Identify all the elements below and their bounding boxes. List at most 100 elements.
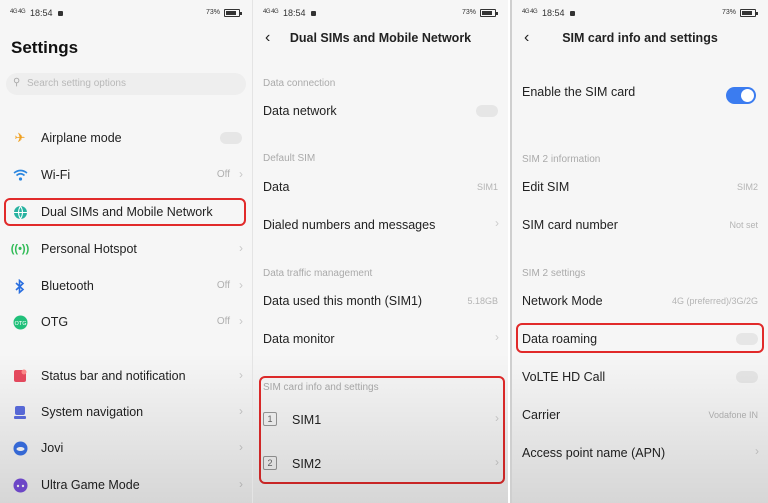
settings-item-label: System navigation — [41, 405, 144, 419]
settings-item-label: Ultra Game Mode — [41, 478, 140, 492]
settings-item-label: OTG — [41, 315, 69, 329]
settings-item-label: Personal Hotspot — [41, 242, 137, 256]
battery-percent: 73% — [461, 9, 476, 16]
search-input[interactable]: ⚲ Search setting options — [6, 73, 246, 95]
battery-icon — [480, 9, 498, 17]
status-bar: 4G 4G 18:54 73% — [512, 8, 768, 22]
carrier-value: Vodafone IN — [708, 410, 758, 420]
data-monitor-row[interactable]: Data monitor › — [253, 324, 508, 354]
notification-dot-icon — [311, 11, 316, 16]
chevron-right-icon: › — [495, 216, 499, 230]
search-placeholder: Search setting options — [27, 78, 126, 89]
clock: 18:54 — [542, 8, 565, 18]
carrier-row[interactable]: Carrier Vodafone IN — [512, 400, 768, 430]
chevron-right-icon: › — [239, 278, 243, 292]
sim-number-value: Not set — [729, 220, 758, 230]
data-sim-value: SIM1 — [476, 182, 498, 192]
section-sim2-information: SIM 2 information — [522, 154, 601, 165]
data-used-row[interactable]: Data used this month (SIM1) 5.18GB — [253, 286, 508, 316]
sim-card-info-screen: 4G 4G 18:54 73% ‹ SIM card info and sett… — [510, 0, 768, 503]
highlight-data-roaming — [516, 323, 764, 353]
otg-status: Off — [216, 316, 230, 327]
chevron-right-icon: › — [755, 444, 759, 458]
enable-sim-row[interactable]: Enable the SIM card — [512, 76, 768, 114]
settings-item-personal-hotspot[interactable]: ((•)) Personal Hotspot › — [0, 234, 252, 264]
chevron-right-icon: › — [495, 330, 499, 344]
signal-indicator: 4G 4G — [263, 9, 279, 15]
status-bar: 4G 4G 18:54 73% — [0, 8, 252, 22]
chevron-right-icon: › — [239, 368, 243, 382]
chevron-right-icon: › — [239, 241, 243, 255]
settings-item-jovi[interactable]: Jovi › — [0, 433, 252, 463]
enable-sim-toggle[interactable] — [726, 87, 756, 104]
navigation-icon — [12, 404, 28, 420]
settings-item-otg[interactable]: OTG OTG Off › — [0, 307, 252, 337]
apn-label: Access point name (APN) — [522, 446, 666, 460]
apn-row[interactable]: Access point name (APN) › — [512, 438, 768, 468]
chevron-right-icon: › — [239, 314, 243, 328]
dual-sims-screen: 4G 4G 18:54 73% ‹ Dual SIMs and Mobile N… — [252, 0, 508, 503]
clock: 18:54 — [283, 8, 306, 18]
airplane-mode-toggle[interactable] — [220, 132, 242, 144]
hotspot-icon: ((•)) — [10, 243, 30, 255]
settings-item-airplane-mode[interactable]: ✈ Airplane mode — [0, 123, 252, 153]
section-traffic-management: Data traffic management — [263, 268, 373, 279]
settings-item-wifi[interactable]: Wi-Fi Off › — [0, 160, 252, 190]
data-network-toggle[interactable] — [476, 105, 498, 117]
data-label: Data — [263, 180, 290, 194]
page-title: Dual SIMs and Mobile Network — [289, 31, 472, 45]
dialed-numbers-row[interactable]: Dialed numbers and messages › — [253, 210, 508, 240]
settings-item-ultra-game-mode[interactable]: Ultra Game Mode › — [0, 470, 252, 500]
signal-indicator: 4G 4G — [522, 9, 538, 15]
section-data-connection: Data connection — [263, 78, 336, 89]
network-mode-value: 4G (preferred)/3G/2G — [671, 296, 758, 306]
network-mode-label: Network Mode — [522, 294, 603, 308]
header: ‹ SIM card info and settings — [512, 29, 768, 49]
notification-dot-icon — [570, 11, 575, 16]
chevron-right-icon: › — [239, 167, 243, 181]
page-title: Settings — [11, 38, 79, 57]
notification-dot-icon — [58, 11, 63, 16]
svg-text:OTG: OTG — [14, 321, 26, 327]
section-default-sim: Default SIM — [263, 153, 316, 164]
sim-number-label: SIM card number — [522, 218, 618, 232]
settings-item-label: Bluetooth — [41, 279, 94, 293]
volte-label: VoLTE HD Call — [522, 370, 606, 384]
wifi-icon — [12, 167, 28, 183]
volte-toggle[interactable] — [736, 371, 758, 383]
search-icon: ⚲ — [13, 77, 21, 88]
network-mode-row[interactable]: Network Mode 4G (preferred)/3G/2G — [512, 286, 768, 316]
edit-sim-row[interactable]: Edit SIM SIM2 — [512, 172, 768, 202]
status-bar: 4G 4G 18:54 73% — [253, 8, 508, 22]
settings-item-label: Jovi — [41, 441, 64, 455]
highlight-dual-sims — [4, 198, 246, 226]
settings-item-bluetooth[interactable]: Bluetooth Off › — [0, 271, 252, 301]
settings-item-label: Status bar and notification — [41, 369, 186, 383]
airplane-icon: ✈ — [14, 130, 26, 145]
wifi-status: Off — [216, 169, 230, 180]
settings-item-system-navigation[interactable]: System navigation › — [0, 397, 252, 427]
game-icon — [12, 477, 28, 493]
page-title: SIM card info and settings — [562, 31, 718, 45]
otg-icon: OTG — [12, 314, 28, 330]
section-sim2-settings: SIM 2 settings — [522, 268, 586, 279]
volte-row[interactable]: VoLTE HD Call — [512, 362, 768, 392]
data-used-label: Data used this month (SIM1) — [263, 294, 423, 308]
jovi-icon — [12, 440, 28, 456]
battery-percent: 73% — [205, 9, 220, 16]
settings-item-label: Airplane mode — [41, 131, 122, 145]
data-network-label: Data network — [263, 104, 337, 118]
clock: 18:54 — [30, 8, 53, 18]
data-sim-row[interactable]: Data SIM1 — [253, 172, 508, 202]
sim-number-row[interactable]: SIM card number Not set — [512, 210, 768, 240]
data-used-value: 5.18GB — [467, 296, 498, 306]
data-network-row[interactable]: Data network — [253, 96, 508, 126]
chevron-right-icon: › — [239, 477, 243, 491]
bluetooth-status: Off — [216, 280, 230, 291]
settings-screen: 4G 4G 18:54 73% Settings ⚲ Search settin… — [0, 0, 252, 503]
signal-indicator: 4G 4G — [10, 9, 26, 15]
settings-item-label: Wi-Fi — [41, 168, 71, 182]
data-monitor-label: Data monitor — [263, 332, 335, 346]
settings-item-status-bar[interactable]: Status bar and notification › — [0, 361, 252, 391]
dialed-numbers-label: Dialed numbers and messages — [263, 218, 436, 232]
